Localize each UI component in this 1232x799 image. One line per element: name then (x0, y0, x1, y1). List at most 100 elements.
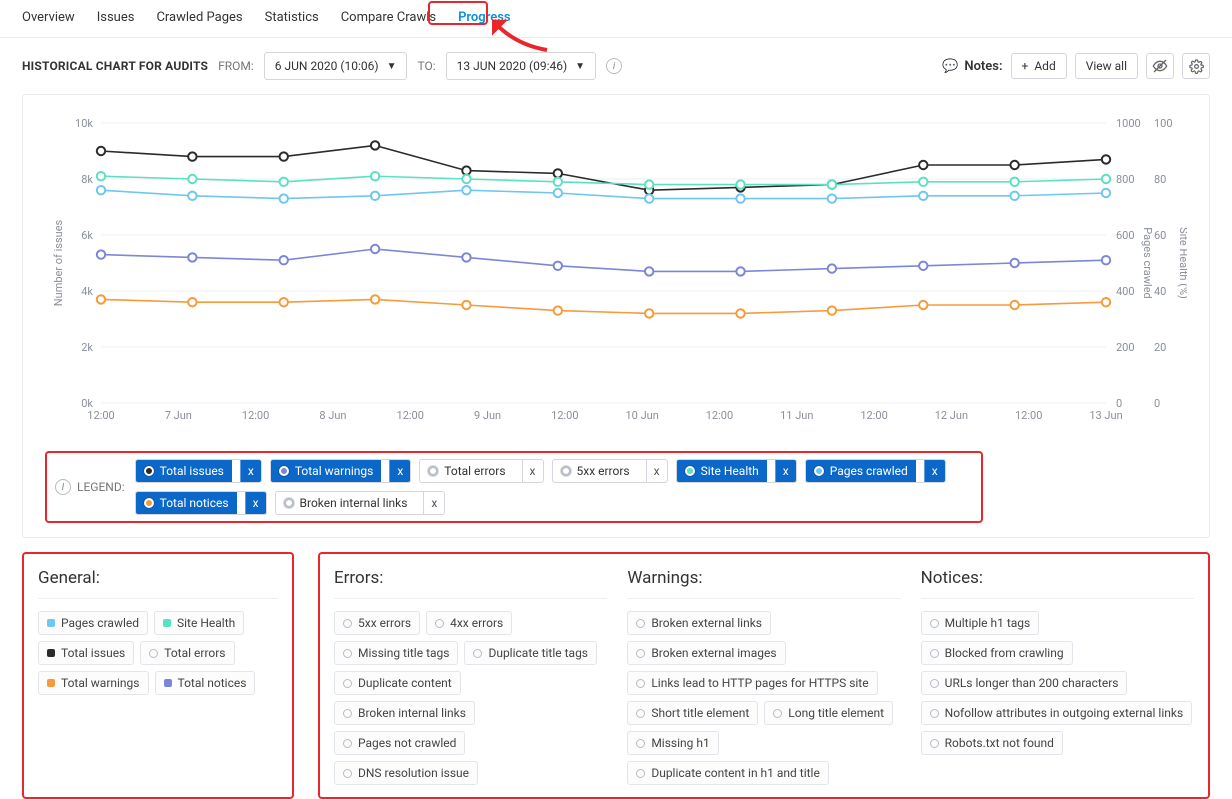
to-date-value: 13 JUN 2020 (09:46) (457, 59, 568, 73)
metric-tag[interactable]: Duplicate title tags (464, 641, 597, 665)
general-title: General: (38, 568, 278, 588)
settings-icon[interactable] (1182, 53, 1210, 79)
svg-text:20: 20 (1154, 341, 1166, 354)
legend-chip[interactable]: Broken internal linksx (275, 491, 446, 515)
svg-text:Site Health (%): Site Health (%) (1177, 227, 1187, 299)
hide-icon[interactable] (1146, 53, 1174, 79)
metric-tag[interactable]: Duplicate content (334, 671, 461, 695)
from-date-value: 6 JUN 2020 (10:06) (275, 59, 379, 73)
metric-tag[interactable]: Missing h1 (627, 731, 718, 755)
view-all-notes-button[interactable]: View all (1075, 53, 1138, 79)
svg-text:7 Jun: 7 Jun (165, 409, 192, 422)
metric-tag[interactable]: Total errors (140, 641, 234, 665)
tab-overview[interactable]: Overview (22, 8, 75, 27)
info-icon[interactable]: i (606, 58, 622, 74)
to-label: TO: (417, 59, 435, 73)
legend-label: iLEGEND: (55, 479, 125, 495)
metric-tag[interactable]: Robots.txt not found (921, 731, 1063, 755)
svg-text:800: 800 (1116, 173, 1135, 186)
metric-tag[interactable]: Pages not crawled (334, 731, 465, 755)
svg-text:12:00: 12:00 (242, 409, 269, 422)
svg-text:12:00: 12:00 (1015, 409, 1042, 422)
tab-issues[interactable]: Issues (97, 8, 135, 27)
legend-chip[interactable]: 5xx errorsx (552, 459, 668, 483)
metric-tag[interactable]: Short title element (627, 701, 758, 725)
svg-text:12:00: 12:00 (860, 409, 887, 422)
close-icon[interactable]: x (240, 460, 261, 482)
metric-tag[interactable]: Broken external images (627, 641, 785, 665)
tab-statistics[interactable]: Statistics (265, 8, 319, 27)
legend-chip[interactable]: Total noticesx (135, 491, 267, 515)
svg-text:10k: 10k (75, 117, 93, 130)
close-icon[interactable]: x (522, 460, 543, 482)
svg-text:8 Jun: 8 Jun (319, 409, 346, 422)
notices-title: Notices: (921, 568, 1194, 588)
svg-text:80: 80 (1154, 173, 1166, 186)
svg-text:12:00: 12:00 (706, 409, 733, 422)
metric-tag[interactable]: Multiple h1 tags (921, 611, 1040, 635)
metric-tag[interactable]: Duplicate content in h1 and title (627, 761, 829, 785)
svg-text:9 Jun: 9 Jun (474, 409, 501, 422)
svg-text:12 Jun: 12 Jun (935, 409, 968, 422)
metric-tag[interactable]: DNS resolution issue (334, 761, 478, 785)
metric-tag[interactable]: Total notices (155, 671, 256, 695)
svg-text:600: 600 (1116, 229, 1135, 242)
metric-tag[interactable]: Total warnings (38, 671, 149, 695)
metric-tag[interactable]: 5xx errors (334, 611, 420, 635)
plus-icon: + (1022, 59, 1029, 73)
metric-tag[interactable]: Blocked from crawling (921, 641, 1073, 665)
svg-text:11 Jun: 11 Jun (780, 409, 813, 422)
metric-tag[interactable]: Broken internal links (334, 701, 475, 725)
legend-chip[interactable]: Total errorsx (419, 459, 543, 483)
svg-text:4k: 4k (81, 285, 93, 298)
svg-text:12:00: 12:00 (397, 409, 424, 422)
chart-title: HISTORICAL CHART FOR AUDITS (22, 59, 208, 73)
svg-text:60: 60 (1154, 229, 1166, 242)
from-label: FROM: (218, 59, 254, 73)
svg-text:200: 200 (1116, 341, 1135, 354)
metric-tag[interactable]: Broken external links (627, 611, 771, 635)
svg-text:10 Jun: 10 Jun (625, 409, 658, 422)
close-icon[interactable]: x (245, 492, 266, 514)
notes-label: 💬Notes: (942, 59, 1002, 74)
close-icon[interactable]: x (775, 460, 796, 482)
metric-tag[interactable]: Nofollow attributes in outgoing external… (921, 701, 1192, 725)
svg-text:40: 40 (1154, 285, 1166, 298)
close-icon[interactable]: x (646, 460, 667, 482)
legend-chip[interactable]: Total issuesx (135, 459, 262, 483)
svg-text:1000: 1000 (1116, 117, 1141, 130)
svg-text:8k: 8k (81, 173, 93, 186)
comment-icon: 💬 (942, 59, 958, 74)
chevron-down-icon: ▼ (387, 61, 397, 72)
tab-crawled-pages[interactable]: Crawled Pages (156, 8, 242, 27)
metric-tag[interactable]: Total issues (38, 641, 134, 665)
svg-text:Pages crawled: Pages crawled (1141, 227, 1154, 299)
metric-tag[interactable]: Site Health (154, 611, 244, 635)
close-icon[interactable]: x (924, 460, 945, 482)
chart-card: 0k2k4k6k8k10k020040060080010000204060801… (22, 94, 1210, 538)
metric-tag[interactable]: Links lead to HTTP pages for HTTPS site (627, 671, 877, 695)
svg-text:12:00: 12:00 (551, 409, 578, 422)
tab-compare-crawls[interactable]: Compare Crawls (341, 8, 436, 27)
metric-tag[interactable]: 4xx errors (426, 611, 512, 635)
close-icon[interactable]: x (389, 460, 410, 482)
main-tabs: Overview Issues Crawled Pages Statistics… (0, 0, 1232, 38)
metric-tag[interactable]: Pages crawled (38, 611, 148, 635)
add-note-button[interactable]: +Add (1011, 53, 1067, 79)
legend-chip[interactable]: Pages crawledx (805, 459, 946, 483)
categories-row: General: Pages crawledSite Health Total i… (0, 538, 1232, 799)
legend-chip[interactable]: Total warningsx (270, 459, 411, 483)
from-date-dropdown[interactable]: 6 JUN 2020 (10:06) ▼ (264, 52, 408, 80)
metric-tag[interactable]: Missing title tags (334, 641, 458, 665)
historical-chart: 0k2k4k6k8k10k020040060080010000204060801… (45, 113, 1187, 433)
info-icon[interactable]: i (55, 479, 71, 495)
close-icon[interactable]: x (423, 492, 444, 514)
to-date-dropdown[interactable]: 13 JUN 2020 (09:46)▼ (446, 52, 596, 80)
errors-title: Errors: (334, 568, 607, 588)
metric-tag[interactable]: URLs longer than 200 characters (921, 671, 1128, 695)
section-issues: Errors: 5xx errors4xx errors Missing titl… (318, 552, 1210, 799)
tab-progress[interactable]: Progress (458, 8, 511, 27)
legend-chip[interactable]: Site Healthx (676, 459, 797, 483)
chart-toolbar: HISTORICAL CHART FOR AUDITS FROM: 6 JUN … (0, 38, 1232, 94)
metric-tag[interactable]: Long title element (764, 701, 893, 725)
